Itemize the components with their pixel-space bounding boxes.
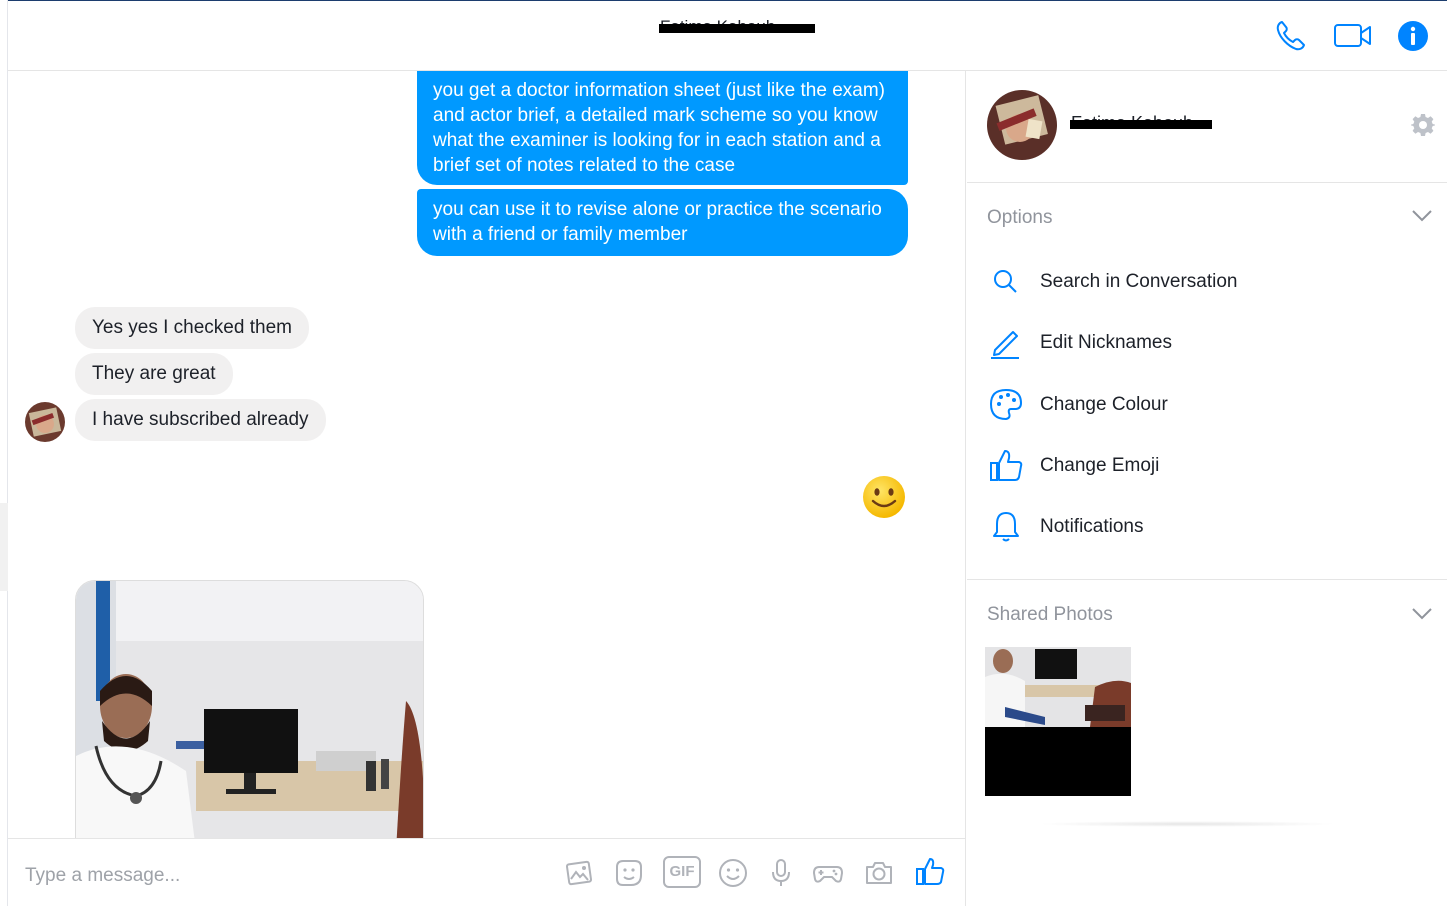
left-edge — [0, 0, 8, 906]
camera-icon[interactable] — [863, 857, 895, 889]
option-label: Search in Conversation — [1040, 271, 1238, 292]
incoming-message[interactable]: Yes yes I checked them — [75, 307, 309, 349]
option-change-colour[interactable]: Change Colour — [987, 386, 1427, 426]
info-icon[interactable] — [1397, 20, 1429, 52]
option-change-emoji[interactable]: Change Emoji — [987, 447, 1427, 487]
option-label: Edit Nicknames — [1040, 332, 1172, 353]
option-label: Change Colour — [1040, 394, 1168, 415]
section-divider — [967, 579, 1447, 580]
chevron-down-icon[interactable] — [1411, 607, 1433, 621]
message-thread[interactable]: you get a doctor information sheet (just… — [8, 71, 966, 838]
option-edit-nicknames[interactable]: Edit Nicknames — [987, 324, 1427, 364]
conversation-header: Fatima Kaboub — [8, 1, 1447, 71]
message-input[interactable] — [25, 865, 545, 887]
redaction-bar — [659, 24, 815, 33]
smile-emoji-icon[interactable] — [862, 475, 906, 519]
option-notifications[interactable]: Notifications — [987, 508, 1427, 548]
option-search-in-conversation[interactable]: Search in Conversation — [987, 263, 1427, 303]
gear-icon[interactable] — [1411, 113, 1435, 137]
conversation-info-panel: Fatima Kaboub Options Search in Conversa… — [967, 71, 1447, 906]
incoming-message[interactable]: They are great — [75, 353, 233, 395]
phone-icon[interactable] — [1274, 19, 1308, 53]
thumbs-up-icon — [990, 450, 1023, 481]
game-controller-icon[interactable] — [812, 857, 844, 889]
outgoing-message[interactable]: you get a doctor information sheet (just… — [417, 71, 908, 185]
option-label: Notifications — [1040, 516, 1144, 537]
scroll-nub[interactable] — [0, 503, 8, 591]
search-icon — [994, 270, 1017, 293]
microphone-icon[interactable] — [765, 857, 797, 889]
chevron-down-icon[interactable] — [1411, 209, 1433, 223]
profile-section: Fatima Kaboub — [967, 71, 1447, 183]
shared-photos-header[interactable]: Shared Photos — [987, 604, 1113, 626]
sticker-icon[interactable] — [613, 857, 645, 889]
shared-photo-thumbnail[interactable] — [985, 647, 1131, 796]
thumbs-up-icon[interactable] — [914, 855, 946, 887]
gif-label: GIF — [669, 863, 695, 880]
bell-icon — [993, 512, 1019, 542]
options-header[interactable]: Options — [987, 207, 1052, 229]
contact-avatar[interactable] — [25, 402, 65, 442]
video-camera-icon[interactable] — [1334, 23, 1372, 49]
incoming-message[interactable]: I have subscribed already — [75, 399, 326, 441]
palette-icon — [989, 388, 1023, 421]
redaction-bar — [1070, 120, 1212, 129]
image-icon[interactable] — [563, 857, 595, 889]
panel-shadow — [1037, 821, 1337, 827]
pencil-icon — [991, 331, 1019, 359]
outgoing-message[interactable]: you can use it to revise alone or practi… — [417, 189, 908, 256]
contact-avatar-large[interactable] — [987, 90, 1057, 160]
gif-icon[interactable]: GIF — [663, 856, 701, 888]
option-label: Change Emoji — [1040, 455, 1160, 476]
message-composer: GIF — [8, 838, 966, 906]
photo-message[interactable] — [75, 580, 424, 838]
emoji-icon[interactable] — [717, 857, 749, 889]
